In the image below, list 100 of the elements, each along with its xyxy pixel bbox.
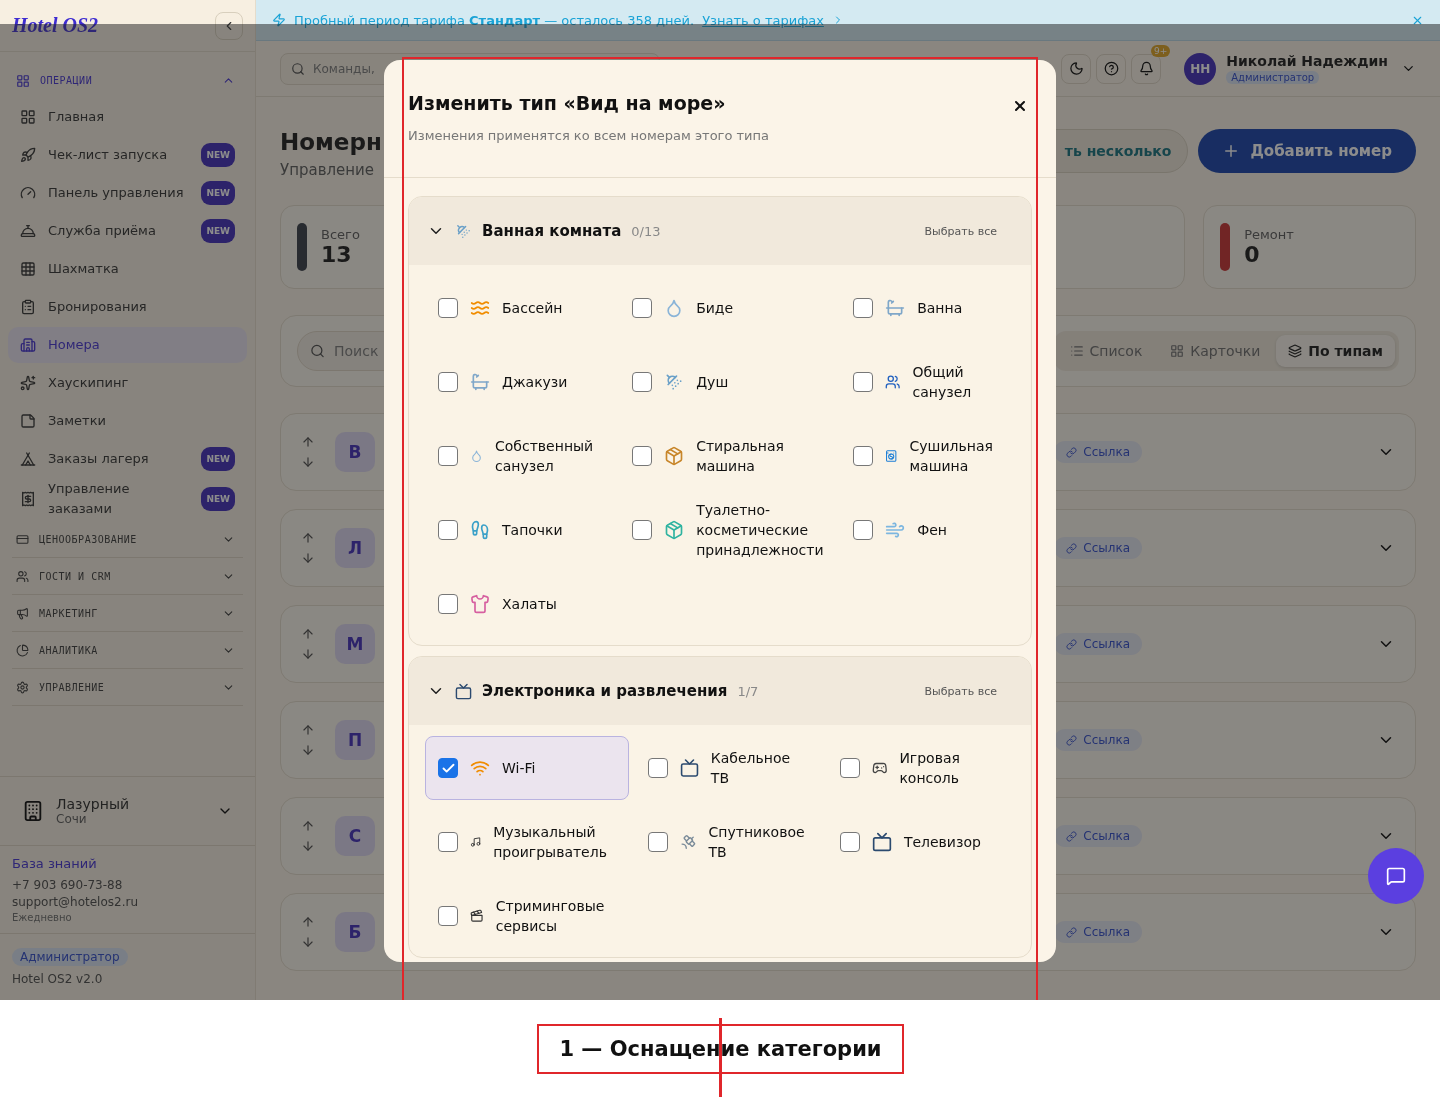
amenity-option[interactable]: Стиральная машина bbox=[619, 424, 835, 488]
nav-label: Панель управления bbox=[48, 184, 185, 202]
amenity-label: Ванна bbox=[917, 299, 963, 318]
amenity-option[interactable]: Собственный санузел bbox=[425, 424, 614, 488]
user-name: Николай Надеждин bbox=[1226, 53, 1388, 69]
nav-item[interactable]: Главная bbox=[8, 99, 247, 135]
view-tab[interactable]: По типам bbox=[1276, 335, 1395, 367]
amenity-option[interactable]: Wi-Fi bbox=[425, 736, 629, 800]
support-phone: +7 903 690-73-88 bbox=[12, 878, 124, 892]
nav-group-header[interactable]: ГОСТИ И CRM bbox=[12, 558, 243, 595]
property-switcher[interactable]: Лазурный Сочи bbox=[0, 776, 255, 846]
type-avatar: В bbox=[335, 432, 375, 472]
type-avatar: М bbox=[335, 624, 375, 664]
nav-label: Заказы лагеря bbox=[48, 450, 150, 468]
support-email: support@hotelos2.ru bbox=[12, 895, 140, 909]
nav-label: Чек-лист запуска bbox=[48, 146, 169, 164]
amenity-option[interactable]: Халаты bbox=[425, 572, 614, 636]
notification-count: 9+ bbox=[1151, 44, 1171, 57]
nav-item[interactable]: Управление заказами NEW bbox=[8, 479, 247, 519]
amenity-option[interactable]: Биде bbox=[619, 276, 835, 340]
amenity-label: Душ bbox=[696, 373, 729, 392]
knowledge-base-link[interactable]: База знаний bbox=[12, 856, 243, 871]
category-name: Электроника и развлечения bbox=[482, 682, 728, 700]
nav-item[interactable]: Хаускипинг bbox=[8, 365, 247, 401]
amenity-option[interactable]: Ванна bbox=[840, 276, 1014, 340]
amenity-option[interactable]: Тапочки bbox=[425, 498, 614, 562]
amenity-option[interactable]: Музыкальный проигрыватель bbox=[425, 810, 629, 874]
trial-text: Пробный период тарифа Стандарт — осталось 358 дней. bbox=[294, 12, 695, 28]
link-chip[interactable]: Ссылка bbox=[1054, 441, 1142, 463]
stat-value: 13 bbox=[321, 242, 353, 267]
nav-item[interactable]: Заказы лагеря NEW bbox=[8, 441, 247, 477]
amenity-option[interactable]: Туалетно-косметические принадлежности bbox=[619, 498, 835, 562]
category-name: Ванная комната bbox=[482, 222, 622, 240]
stat-value: 0 bbox=[1244, 242, 1261, 267]
amenity-option[interactable]: Бассейн bbox=[425, 276, 614, 340]
amenity-option[interactable]: Телевизор bbox=[826, 810, 1009, 874]
page-title: Номерн bbox=[280, 129, 382, 155]
nav-item[interactable]: Заметки bbox=[8, 403, 247, 439]
new-badge: NEW bbox=[201, 181, 235, 205]
link-chip[interactable]: Ссылка bbox=[1054, 825, 1142, 847]
view-tab[interactable]: Карточки bbox=[1158, 335, 1273, 367]
nav-group-header[interactable]: ОПЕРАЦИИ bbox=[12, 62, 243, 99]
nav-group-header[interactable]: МАРКЕТИНГ bbox=[12, 595, 243, 632]
view-tab[interactable]: Список bbox=[1057, 335, 1155, 367]
nav-group-header[interactable]: УПРАВЛЕНИЕ bbox=[12, 669, 243, 706]
new-badge: NEW bbox=[201, 143, 235, 167]
nav-label: Хаускипинг bbox=[48, 374, 130, 392]
amenity-label: Wi-Fi bbox=[502, 759, 536, 778]
property-city: Сочи bbox=[56, 812, 88, 826]
amenity-label: Кабельное ТВ bbox=[710, 749, 792, 788]
type-avatar: Б bbox=[335, 912, 375, 952]
stat-label: Ремонт bbox=[1244, 227, 1294, 242]
stat-label: Всего bbox=[321, 227, 360, 242]
pricing-link[interactable]: Узнать о тарифах bbox=[702, 12, 824, 28]
select-all-button[interactable]: Выбрать все bbox=[918, 223, 1003, 239]
amenity-label: Телевизор bbox=[903, 833, 981, 852]
dialog-subtitle: Изменения применятся ко всем номерам этого типа bbox=[408, 128, 769, 143]
link-chip[interactable]: Ссылка bbox=[1054, 921, 1142, 943]
app-version: Hotel OS2 v2.0 bbox=[12, 972, 103, 986]
nav-item[interactable]: Бронирования bbox=[8, 289, 247, 325]
amenity-option[interactable]: Стриминговые сервисы bbox=[425, 884, 629, 948]
page-subtitle: Управление bbox=[280, 161, 376, 179]
amenity-option[interactable]: Сушильная машина bbox=[840, 424, 1014, 488]
amenity-label: Халаты bbox=[502, 595, 557, 614]
amenity-label: Спутниковое ТВ bbox=[708, 823, 806, 862]
nav-label: Бронирования bbox=[48, 298, 148, 316]
user-role: Администратор bbox=[1226, 71, 1320, 84]
nav-item[interactable]: Служба приёма NEW bbox=[8, 213, 247, 249]
amenity-label: Собственный санузел bbox=[495, 437, 595, 476]
amenity-option[interactable]: Спутниковое ТВ bbox=[634, 810, 821, 874]
amenity-label: Стриминговые сервисы bbox=[495, 897, 606, 936]
nav-group-header[interactable]: АНАЛИТИКА bbox=[12, 632, 243, 669]
link-chip[interactable]: Ссылка bbox=[1054, 537, 1142, 559]
nav-item[interactable]: Номера bbox=[8, 327, 247, 363]
new-badge: NEW bbox=[201, 487, 235, 511]
amenity-label: Биде bbox=[696, 299, 734, 318]
nav-item[interactable]: Шахматка bbox=[8, 251, 247, 287]
link-chip[interactable]: Ссылка bbox=[1054, 633, 1142, 655]
amenity-option[interactable]: Общий санузел bbox=[840, 350, 1014, 414]
new-badge: NEW bbox=[201, 219, 235, 243]
nav-label: Номера bbox=[48, 336, 101, 354]
support-hours: Ежедневно bbox=[12, 912, 73, 923]
amenity-option[interactable]: Джакузи bbox=[425, 350, 614, 414]
nav-group-header[interactable]: ЦЕНООБРАЗОВАНИЕ bbox=[12, 521, 243, 558]
select-all-button[interactable]: Выбрать все bbox=[918, 683, 1003, 699]
nav-item[interactable]: Панель управления NEW bbox=[8, 175, 247, 211]
nav-label: Шахматка bbox=[48, 260, 120, 278]
add-room-button[interactable]: Добавить номер bbox=[1198, 129, 1416, 173]
amenity-option[interactable]: Фен bbox=[840, 498, 1014, 562]
link-chip[interactable]: Ссылка bbox=[1054, 729, 1142, 751]
amenity-option[interactable]: Игровая консоль bbox=[826, 736, 1009, 800]
nav-item[interactable]: Чек-лист запуска NEW bbox=[8, 137, 247, 173]
amenity-label: Тапочки bbox=[502, 521, 563, 540]
amenity-label: Игровая консоль bbox=[899, 749, 961, 788]
type-avatar: С bbox=[335, 816, 375, 856]
nav-label: Заметки bbox=[48, 412, 107, 430]
amenity-label: Музыкальный проигрыватель bbox=[493, 823, 608, 862]
amenity-option[interactable]: Душ bbox=[619, 350, 835, 414]
amenity-label: Общий санузел bbox=[912, 363, 973, 402]
amenity-option[interactable]: Кабельное ТВ bbox=[634, 736, 821, 800]
